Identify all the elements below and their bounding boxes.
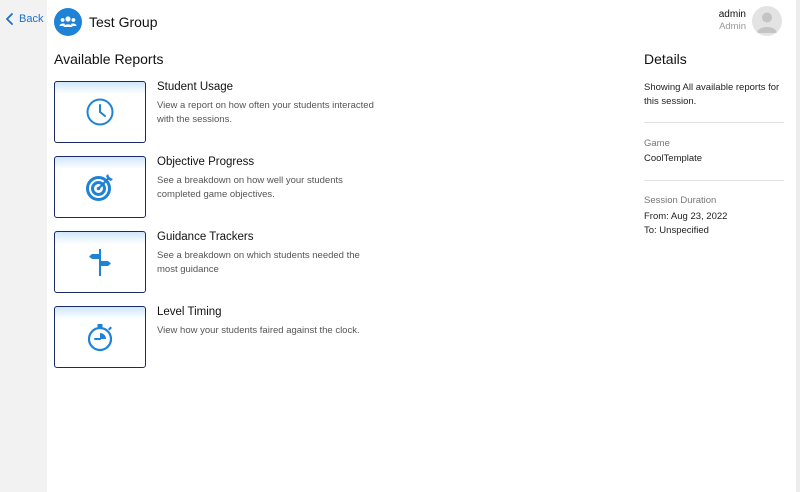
user-menu[interactable]: admin Admin — [719, 6, 782, 36]
session-duration-label: Session Duration — [644, 195, 717, 206]
back-button[interactable]: Back — [5, 13, 43, 25]
signpost-icon — [89, 249, 111, 276]
report-description: See a breakdown on which students needed… — [157, 250, 360, 275]
report-title: Guidance Trackers — [157, 231, 254, 243]
details-title: Details — [644, 51, 687, 67]
section-title: Available Reports — [54, 51, 164, 67]
back-label: Back — [19, 13, 44, 25]
main-panel: Test Group admin Admin Available Reports… — [47, 0, 796, 492]
report-description: View a report on how often your students… — [157, 100, 374, 125]
report-description: View how your students faired against th… — [157, 325, 360, 336]
report-level-timing[interactable]: Level Timing View how your students fair… — [54, 306, 414, 368]
report-thumbnail[interactable] — [54, 231, 146, 293]
left-sidebar: Back — [0, 0, 47, 492]
divider — [644, 180, 784, 181]
avatar-placeholder-icon — [757, 12, 777, 33]
chevron-left-icon — [6, 13, 13, 25]
group-header: Test Group — [54, 8, 157, 36]
report-thumbnail[interactable] — [54, 81, 146, 143]
clock-icon — [86, 98, 114, 126]
group-title: Test Group — [89, 14, 158, 30]
report-guidance-trackers[interactable]: Guidance Trackers See a breakdown on whi… — [54, 231, 414, 293]
game-value: CoolTemplate — [644, 153, 703, 164]
report-title: Level Timing — [157, 306, 222, 318]
users-icon — [54, 8, 82, 36]
user-name: admin — [718, 9, 746, 20]
target-icon — [86, 174, 113, 201]
user-info: admin Admin — [719, 9, 746, 33]
report-description: See a breakdown on how well your student… — [157, 175, 343, 200]
game-label: Game — [644, 138, 670, 149]
divider — [644, 122, 784, 123]
stopwatch-icon — [87, 324, 113, 352]
avatar[interactable] — [752, 6, 782, 36]
session-to: To: Unspecified — [644, 225, 709, 236]
report-objective-progress[interactable]: Objective Progress See a breakdown on ho… — [54, 156, 414, 218]
report-student-usage[interactable]: Student Usage View a report on how often… — [54, 81, 414, 143]
report-title: Objective Progress — [157, 156, 255, 168]
user-role: Admin — [719, 21, 746, 32]
report-title: Student Usage — [157, 81, 234, 93]
session-from: From: Aug 23, 2022 — [644, 211, 728, 222]
report-thumbnail[interactable] — [54, 156, 146, 218]
report-thumbnail[interactable] — [54, 306, 146, 368]
right-edge — [796, 0, 800, 492]
details-summary: Showing All available reports for this s… — [644, 82, 780, 107]
